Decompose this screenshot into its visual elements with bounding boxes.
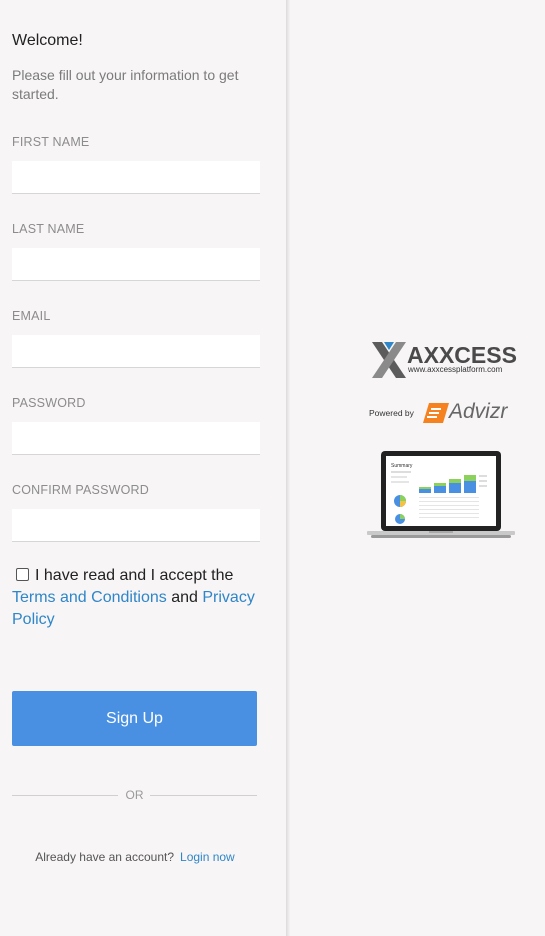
confirm-password-field[interactable]	[12, 509, 260, 542]
password-label: PASSWORD	[12, 396, 86, 410]
laptop-illustration: Summary	[367, 451, 515, 539]
password-field[interactable]	[12, 422, 260, 455]
advizr-logo-icon	[423, 403, 449, 423]
terms-prefix: I have read and I accept the	[35, 567, 234, 584]
confirm-password-label: CONFIRM PASSWORD	[12, 483, 149, 497]
last-name-field[interactable]	[12, 248, 260, 281]
welcome-heading: Welcome!	[12, 32, 83, 49]
account-prompt-text: Already have an account?	[35, 850, 175, 864]
or-label: OR	[125, 788, 144, 802]
sign-up-button[interactable]: Sign Up	[12, 691, 257, 746]
terms-link[interactable]: Terms and Conditions	[12, 589, 167, 606]
first-name-label: FIRST NAME	[12, 135, 90, 149]
axxcess-logo: AXXCESS www.axxcessplatform.com	[372, 342, 517, 382]
terms-and: and	[171, 589, 198, 606]
terms-agreement: I have read and I accept the Terms and C…	[12, 565, 262, 631]
email-label: EMAIL	[12, 309, 51, 323]
laptop-screen-title: Summary	[391, 463, 413, 469]
panel-divider	[286, 0, 290, 936]
powered-by-label: Powered by	[369, 408, 414, 418]
terms-checkbox[interactable]	[16, 568, 29, 581]
first-name-field[interactable]	[12, 161, 260, 194]
last-name-label: LAST NAME	[12, 222, 85, 236]
axxcess-url: www.axxcessplatform.com	[408, 365, 503, 374]
signup-panel: Welcome! Please fill out your informatio…	[0, 0, 288, 936]
email-field[interactable]	[12, 335, 260, 368]
intro-text: Please fill out your information to get …	[12, 67, 239, 102]
login-link[interactable]: Login now	[180, 850, 235, 864]
login-prompt: Already have an account? Login now	[0, 850, 270, 864]
or-separator: OR	[12, 786, 257, 806]
powered-by-advizr: Powered by Advizr	[369, 400, 519, 426]
advizr-name: Advizr	[449, 400, 508, 423]
laptop-dashboard-icon: Summary	[367, 451, 515, 538]
axxcess-x-icon	[372, 342, 406, 378]
